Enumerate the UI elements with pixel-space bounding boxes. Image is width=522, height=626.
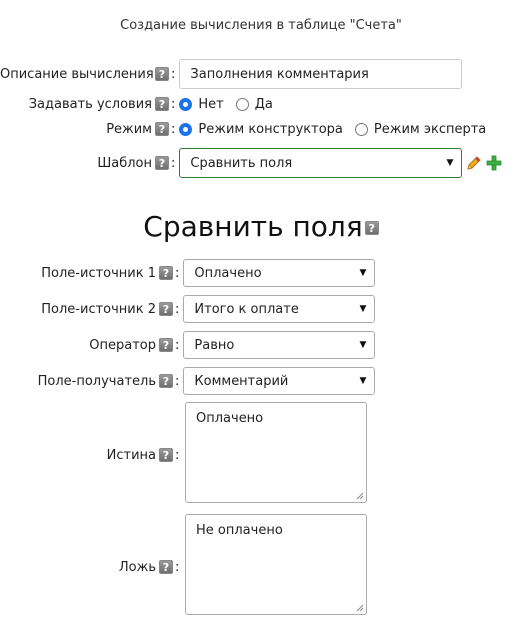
conditions-radio-group: Нет Да: [179, 97, 284, 112]
source2-label: Поле-источник 2: [41, 301, 156, 317]
template-select[interactable]: Сравнить поля ▼: [179, 148, 463, 178]
mode-radio-group: Режим конструктора Режим эксперта: [179, 122, 498, 137]
help-icon[interactable]: ?: [155, 67, 169, 81]
colon: :: [175, 373, 180, 389]
source2-select[interactable]: Итого к оплате ▼: [183, 295, 376, 323]
radio-checked-icon[interactable]: [179, 97, 193, 111]
source1-row: Поле-источник 1 ? : Оплачено ▼: [0, 259, 522, 287]
colon: :: [175, 447, 180, 463]
false-label-row: Ложь ? :: [0, 553, 185, 581]
help-icon[interactable]: ?: [155, 97, 169, 111]
operator-select-value: Равно: [194, 337, 235, 353]
template-select-value: Сравнить поля: [190, 155, 293, 171]
conditions-label: Задавать условия: [28, 96, 152, 112]
false-textarea[interactable]: Не оплачено: [185, 514, 367, 615]
source2-row: Поле-источник 2 ? : Итого к оплате ▼: [0, 295, 522, 323]
mode-option-expert[interactable]: Режим эксперта: [354, 121, 487, 137]
template-row: Шаблон ? : Сравнить поля ▼: [0, 148, 522, 178]
false-label: Ложь: [118, 559, 156, 575]
plus-icon[interactable]: [486, 155, 502, 171]
mode-option-constructor-label: Режим конструктора: [198, 121, 343, 137]
colon: :: [171, 96, 176, 112]
mode-label: Режим: [106, 121, 152, 137]
mode-option-expert-label: Режим эксперта: [373, 121, 487, 137]
description-label: Описание вычисления: [0, 66, 154, 82]
conditions-option-yes-label: Да: [254, 96, 273, 112]
source1-select-value: Оплачено: [194, 265, 262, 281]
target-select-value: Комментарий: [194, 373, 289, 389]
true-label: Истина: [106, 447, 156, 463]
chevron-down-icon: ▼: [446, 158, 454, 168]
radio-unchecked-icon[interactable]: [235, 97, 249, 111]
help-icon[interactable]: ?: [364, 221, 379, 235]
target-row: Поле-получатель ? : Комментарий ▼: [0, 367, 522, 395]
true-label-row: Истина ? :: [0, 441, 185, 469]
conditions-option-yes[interactable]: Да: [235, 96, 273, 112]
false-textarea-value: Не оплачено: [196, 523, 283, 538]
conditions-option-no[interactable]: Нет: [179, 96, 224, 112]
source1-label: Поле-источник 1: [41, 265, 156, 281]
help-icon[interactable]: ?: [159, 302, 173, 316]
true-textarea[interactable]: Оплачено: [185, 402, 367, 503]
chevron-down-icon: ▼: [359, 340, 367, 350]
description-input[interactable]: Заполнения комментария: [179, 59, 463, 89]
operator-select[interactable]: Равно ▼: [183, 331, 376, 359]
help-icon[interactable]: ?: [159, 338, 173, 352]
help-icon[interactable]: ?: [159, 448, 173, 462]
resize-grip-icon[interactable]: [356, 604, 364, 612]
section-heading: Сравнить поля?: [0, 210, 522, 243]
resize-grip-icon[interactable]: [356, 492, 364, 500]
mode-option-constructor[interactable]: Режим конструктора: [179, 122, 343, 137]
target-select[interactable]: Комментарий ▼: [183, 367, 376, 395]
chevron-down-icon: ▼: [359, 268, 367, 278]
help-icon[interactable]: ?: [159, 374, 173, 388]
section-heading-text: Сравнить поля: [143, 210, 363, 243]
radio-unchecked-icon[interactable]: [354, 122, 368, 136]
colon: :: [171, 121, 176, 137]
description-value: Заполнения комментария: [190, 66, 369, 82]
colon: :: [171, 66, 176, 82]
chevron-down-icon: ▼: [359, 304, 367, 314]
calculation-form-page: Создание вычисления в таблице "Счета" Оп…: [0, 0, 522, 626]
source1-select[interactable]: Оплачено ▼: [183, 259, 376, 287]
radio-checked-icon[interactable]: [179, 122, 193, 136]
colon: :: [171, 155, 176, 171]
help-icon[interactable]: ?: [155, 156, 169, 170]
help-icon[interactable]: ?: [159, 560, 173, 574]
conditions-option-no-label: Нет: [198, 96, 224, 112]
template-label: Шаблон: [97, 155, 152, 171]
help-icon[interactable]: ?: [159, 266, 173, 280]
help-icon[interactable]: ?: [155, 122, 169, 136]
colon: :: [175, 265, 180, 281]
colon: :: [175, 559, 180, 575]
colon: :: [175, 337, 180, 353]
operator-label: Оператор: [89, 337, 156, 353]
description-row: Описание вычисления ? : Заполнения комме…: [0, 59, 522, 89]
page-title: Создание вычисления в таблице "Счета": [120, 18, 402, 33]
target-label: Поле-получатель: [37, 373, 156, 389]
colon: :: [175, 301, 180, 317]
pencil-icon[interactable]: [466, 155, 482, 171]
true-textarea-value: Оплачено: [196, 411, 264, 426]
chevron-down-icon: ▼: [359, 376, 367, 386]
operator-row: Оператор ? : Равно ▼: [0, 331, 522, 359]
mode-row: Режим ? : Режим конструктора Режим экспе…: [0, 115, 522, 143]
source2-select-value: Итого к оплате: [194, 301, 299, 317]
conditions-row: Задавать условия ? : Нет Да: [0, 90, 522, 118]
